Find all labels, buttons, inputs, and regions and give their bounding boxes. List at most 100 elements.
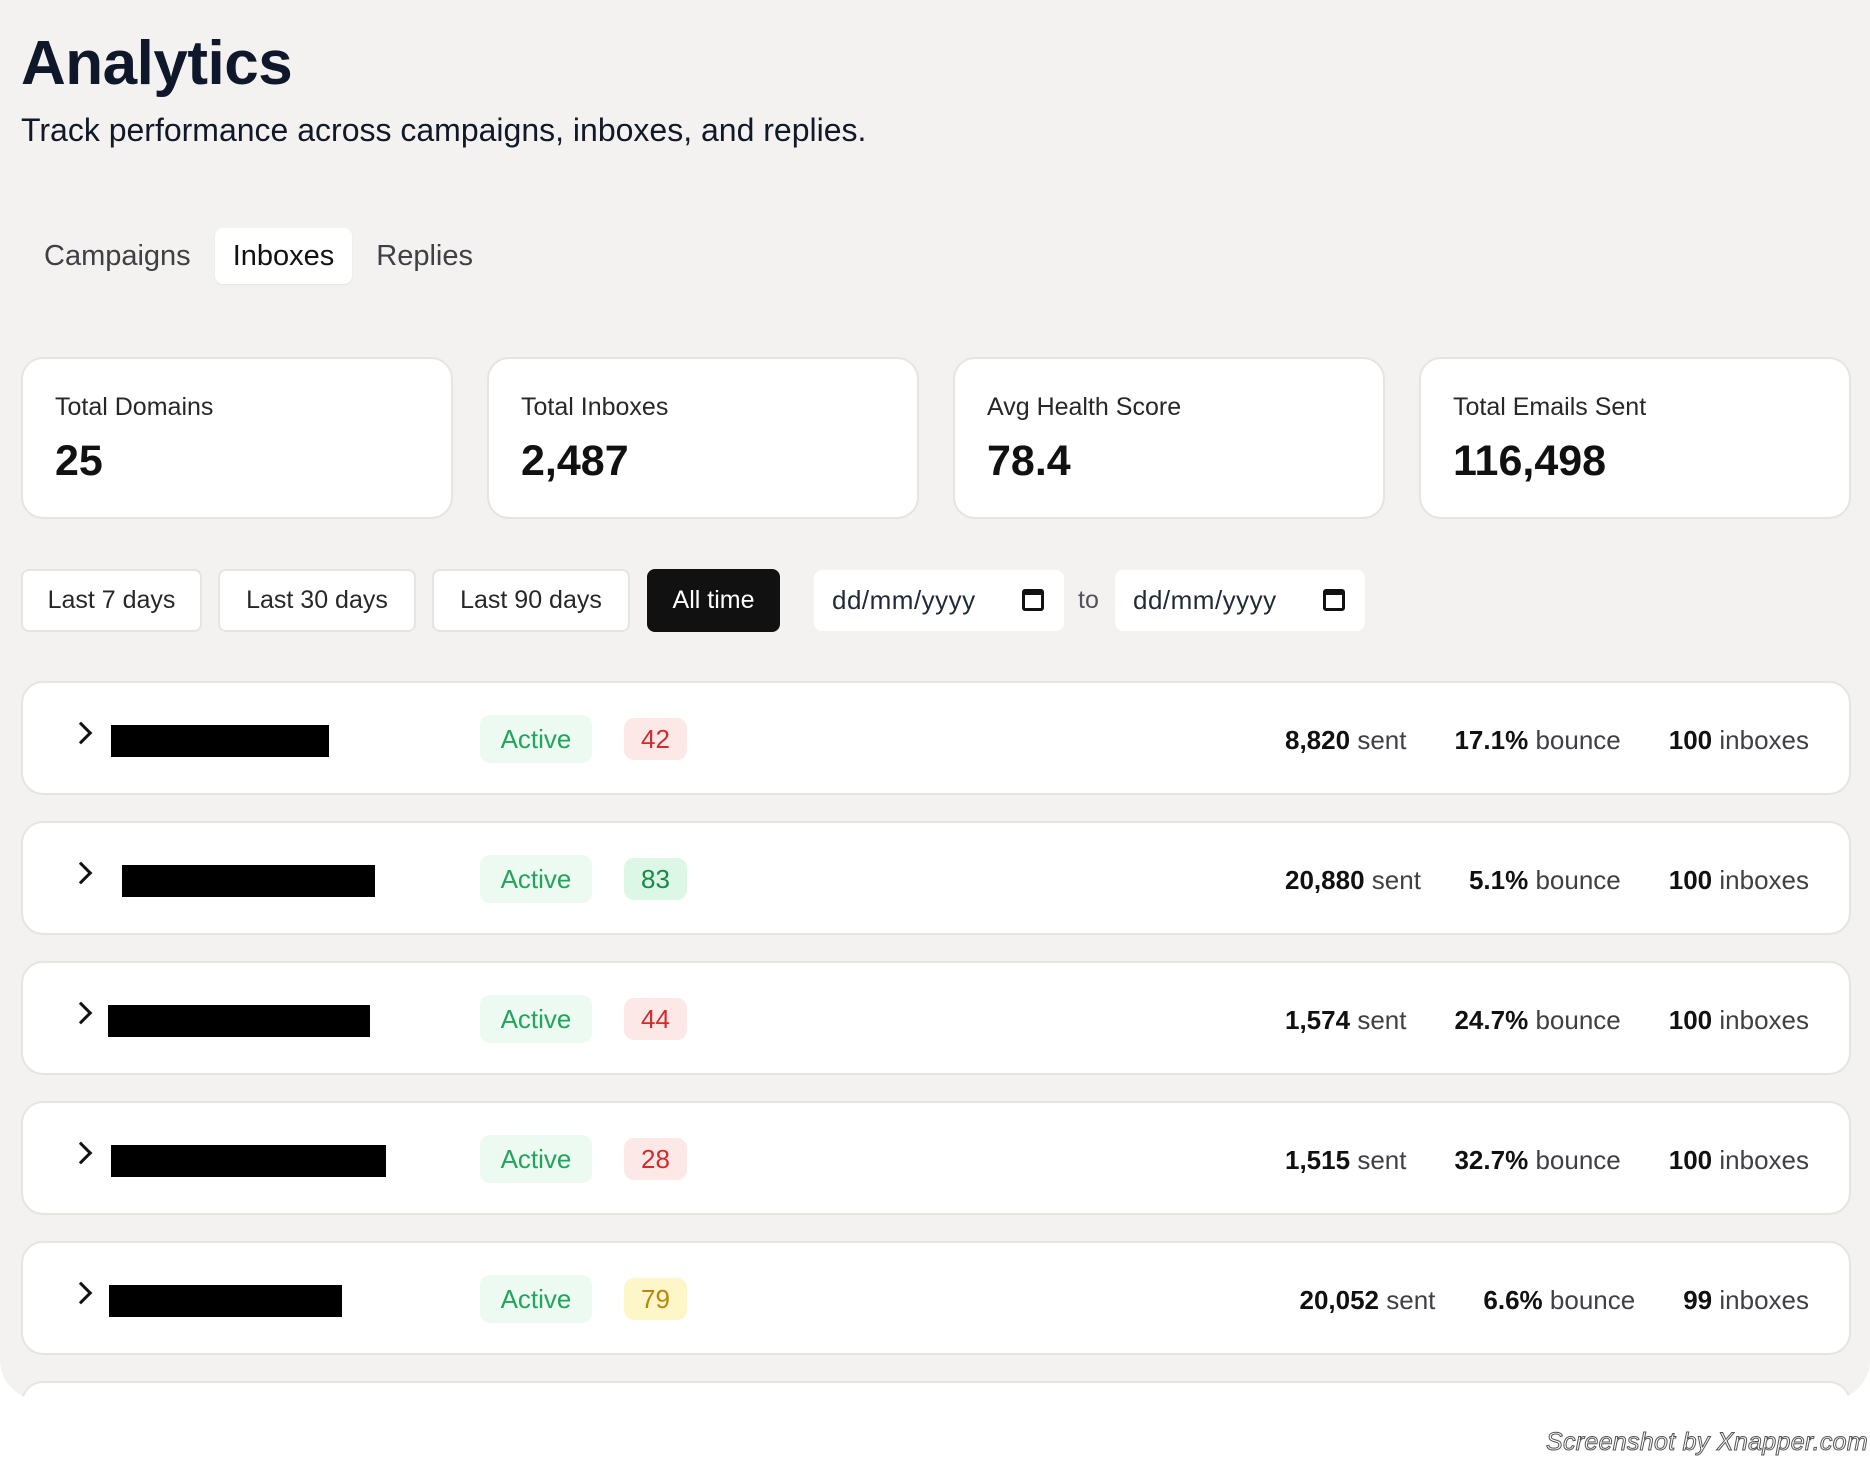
stat-card-total-inboxes: Total Inboxes 2,487 <box>487 357 919 519</box>
chevron-right-icon[interactable] <box>69 1281 93 1305</box>
row-metrics: 20,880 sent 5.1% bounce 100 inboxes <box>1237 823 1809 937</box>
analytics-tabs: Campaigns Inboxes Replies <box>26 228 491 284</box>
chevron-right-icon[interactable] <box>69 861 93 885</box>
tab-campaigns[interactable]: Campaigns <box>26 228 209 284</box>
stat-card-total-domains: Total Domains 25 <box>21 357 453 519</box>
inbox-metric: 99 inboxes <box>1683 1285 1809 1316</box>
date-range-to-label: to <box>1078 586 1099 614</box>
sent-unit: sent <box>1371 864 1421 895</box>
status-badge: Active <box>480 995 592 1043</box>
status-badge: Active <box>480 1275 592 1323</box>
stat-value: 116,498 <box>1453 437 1607 485</box>
domain-row[interactable]: Active 83 20,880 sent 5.1% bounce 100 in… <box>21 821 1851 935</box>
chevron-right-icon[interactable] <box>69 721 93 745</box>
health-score-badge: 44 <box>624 998 687 1040</box>
health-score-badge: 79 <box>624 1278 687 1320</box>
sent-metric: 20,880 sent <box>1285 865 1421 896</box>
status-badge: Active <box>480 715 592 763</box>
domain-row[interactable]: Active 44 1,574 sent 24.7% bounce 100 in… <box>21 961 1851 1075</box>
inbox-value: 99 <box>1683 1284 1713 1315</box>
stat-label: Total Domains <box>55 393 214 421</box>
sent-metric: 1,515 sent <box>1285 1145 1406 1176</box>
redacted-domain-name <box>108 1005 370 1037</box>
sent-metric: 8,820 sent <box>1285 725 1406 756</box>
watermark: Screenshot by Xnapper.com <box>1545 1428 1868 1457</box>
range-last-7-days-button[interactable]: Last 7 days <box>21 569 202 632</box>
page-title: Analytics <box>21 29 293 98</box>
redacted-domain-name <box>111 1145 386 1177</box>
sent-unit: sent <box>1386 1284 1436 1315</box>
bounce-metric: 6.6% bounce <box>1483 1285 1635 1316</box>
sent-value: 8,820 <box>1285 724 1351 755</box>
row-metrics: 8,820 sent 17.1% bounce 100 inboxes <box>1237 683 1809 797</box>
inbox-value: 100 <box>1668 864 1713 895</box>
calendar-icon[interactable] <box>1022 589 1044 611</box>
stat-label: Total Emails Sent <box>1453 393 1647 421</box>
inbox-metric: 100 inboxes <box>1669 865 1809 896</box>
health-score-badge: 42 <box>624 718 687 760</box>
chevron-right-icon[interactable] <box>69 1001 93 1025</box>
inbox-metric: 100 inboxes <box>1669 725 1809 756</box>
row-metrics: 1,515 sent 32.7% bounce 100 inboxes <box>1237 1103 1809 1217</box>
range-last-90-days-button[interactable]: Last 90 days <box>432 569 630 632</box>
inbox-unit: inboxes <box>1719 1144 1809 1175</box>
sent-unit: sent <box>1357 724 1407 755</box>
inbox-unit: inboxes <box>1719 724 1809 755</box>
row-metrics: 20,052 sent 6.6% bounce 99 inboxes <box>1251 1243 1809 1357</box>
date-to-input[interactable]: dd/mm/yyyy <box>1115 570 1365 631</box>
bounce-metric: 24.7% bounce <box>1454 1005 1620 1036</box>
domain-row[interactable]: Active 79 20,052 sent 6.6% bounce 99 inb… <box>21 1241 1851 1355</box>
bounce-value: 17.1% <box>1454 724 1529 755</box>
stat-value: 78.4 <box>987 437 1071 485</box>
domain-row[interactable]: Active 28 1,515 sent 32.7% bounce 100 in… <box>21 1101 1851 1215</box>
status-badge: Active <box>480 855 592 903</box>
calendar-icon[interactable] <box>1323 589 1345 611</box>
sent-value: 1,515 <box>1285 1144 1351 1175</box>
sent-metric: 1,574 sent <box>1285 1005 1406 1036</box>
range-last-30-days-button[interactable]: Last 30 days <box>218 569 416 632</box>
inbox-value: 100 <box>1668 1004 1713 1035</box>
bounce-metric: 5.1% bounce <box>1469 865 1621 896</box>
stat-label: Avg Health Score <box>987 393 1182 421</box>
inbox-value: 100 <box>1668 724 1713 755</box>
bounce-unit: bounce <box>1535 864 1621 895</box>
inbox-metric: 100 inboxes <box>1669 1145 1809 1176</box>
bounce-value: 24.7% <box>1454 1004 1529 1035</box>
row-metrics: 1,574 sent 24.7% bounce 100 inboxes <box>1237 963 1809 1077</box>
range-all-time-button[interactable]: All time <box>647 569 780 632</box>
chevron-right-icon[interactable] <box>69 1141 93 1165</box>
redacted-domain-name <box>122 865 375 897</box>
inbox-unit: inboxes <box>1719 1284 1809 1315</box>
page-subtitle: Track performance across campaigns, inbo… <box>21 112 867 148</box>
bounce-unit: bounce <box>1535 724 1621 755</box>
inbox-unit: inboxes <box>1719 864 1809 895</box>
bounce-metric: 17.1% bounce <box>1454 725 1620 756</box>
redacted-domain-name <box>109 1285 342 1317</box>
date-from-input[interactable]: dd/mm/yyyy <box>814 570 1064 631</box>
tab-inboxes[interactable]: Inboxes <box>214 228 353 284</box>
stat-card-total-emails-sent: Total Emails Sent 116,498 <box>1419 357 1851 519</box>
stat-value: 2,487 <box>521 437 629 485</box>
sent-unit: sent <box>1357 1004 1407 1035</box>
domain-row-partial[interactable] <box>21 1381 1851 1400</box>
bounce-value: 5.1% <box>1468 864 1529 895</box>
bounce-unit: bounce <box>1535 1004 1621 1035</box>
bounce-unit: bounce <box>1535 1144 1621 1175</box>
stat-card-avg-health-score: Avg Health Score 78.4 <box>953 357 1385 519</box>
bounce-metric: 32.7% bounce <box>1454 1145 1620 1176</box>
health-score-badge: 83 <box>624 858 687 900</box>
sent-metric: 20,052 sent <box>1299 1285 1435 1316</box>
bounce-value: 32.7% <box>1454 1144 1529 1175</box>
date-to-placeholder: dd/mm/yyyy <box>1133 585 1277 615</box>
sent-value: 20,052 <box>1299 1284 1380 1315</box>
redacted-domain-name <box>111 725 329 757</box>
sent-value: 1,574 <box>1285 1004 1351 1035</box>
tab-replies[interactable]: Replies <box>358 228 491 284</box>
bounce-value: 6.6% <box>1483 1284 1543 1315</box>
health-score-badge: 28 <box>624 1138 687 1180</box>
status-badge: Active <box>480 1135 592 1183</box>
stat-label: Total Inboxes <box>521 393 669 421</box>
analytics-page: Analytics Track performance across campa… <box>0 0 1870 1400</box>
domain-row[interactable]: Active 42 8,820 sent 17.1% bounce 100 in… <box>21 681 1851 795</box>
inbox-unit: inboxes <box>1719 1004 1809 1035</box>
